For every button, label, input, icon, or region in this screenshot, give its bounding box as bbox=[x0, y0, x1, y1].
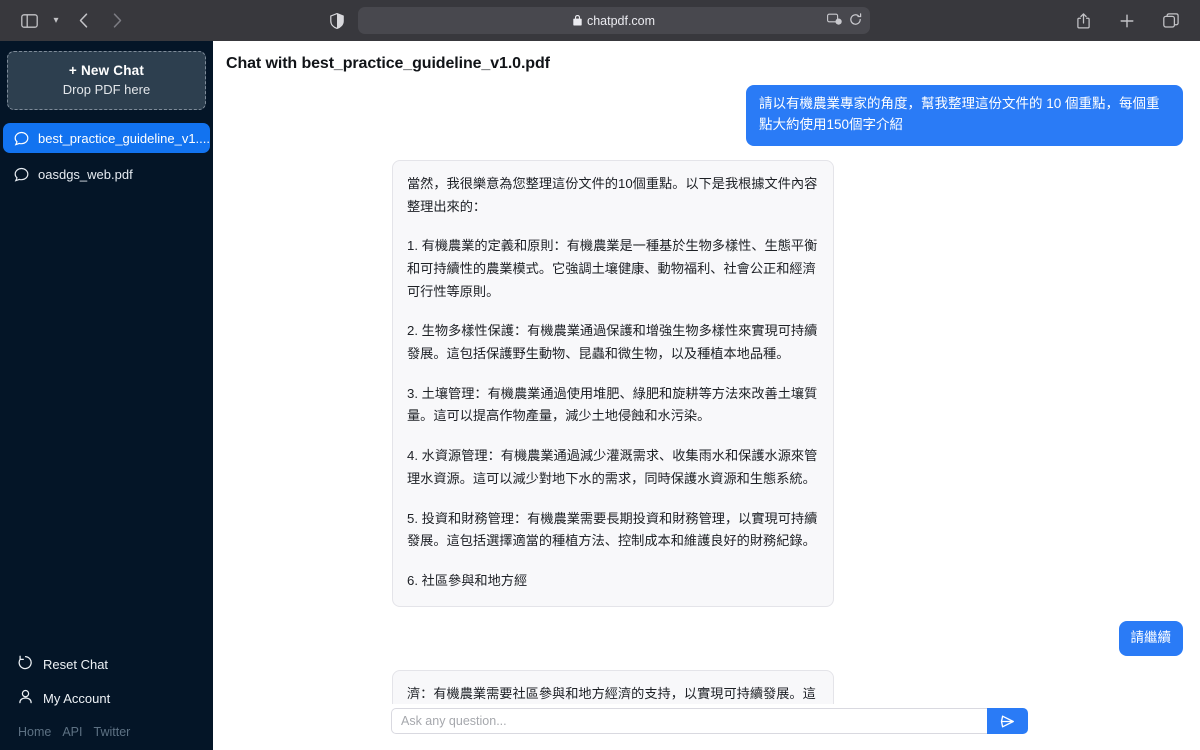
page-title: Chat with best_practice_guideline_v1.0.p… bbox=[226, 55, 550, 72]
sidebar-footer-links: Home API Twitter bbox=[0, 715, 213, 741]
sidebar: + New Chat Drop PDF here best_practice_g… bbox=[0, 41, 213, 750]
my-account-button[interactable]: My Account bbox=[0, 681, 213, 715]
share-icon[interactable] bbox=[1068, 8, 1098, 34]
assistant-paragraph: 3. 土壤管理：有機農業通過使用堆肥、綠肥和旋耕等方法來改善土壤質量。這可以提高… bbox=[407, 385, 818, 424]
user-message-bubble: 請繼續 bbox=[1118, 620, 1183, 656]
back-arrow-icon[interactable] bbox=[68, 8, 98, 34]
message-row-user: 請繼續 bbox=[213, 620, 1200, 656]
question-input[interactable] bbox=[391, 708, 987, 734]
sidebar-dropdown-icon[interactable]: ▾ bbox=[48, 15, 64, 26]
message-row-user: 請以有機農業專家的角度，幫我整理這份文件的 10 個重點，每個重點大約使用150… bbox=[213, 85, 1200, 146]
footer-link-home[interactable]: Home bbox=[18, 725, 51, 739]
chat-bubble-icon bbox=[14, 167, 29, 182]
sidebar-chat-label: best_practice_guideline_v1.... bbox=[38, 130, 210, 146]
browser-actions bbox=[1068, 8, 1186, 34]
assistant-paragraph: 濟：有機農業需要社區參與和地方經濟的支持，以實現可持續發展。這包括建立本地市場、… bbox=[407, 685, 816, 701]
url-input[interactable]: chatpdf.com bbox=[358, 7, 870, 34]
plus-icon[interactable] bbox=[1112, 8, 1142, 34]
url-text: chatpdf.com bbox=[586, 13, 656, 28]
chat-bubble-icon bbox=[14, 131, 29, 146]
reset-chat-button[interactable]: Reset Chat bbox=[0, 647, 213, 681]
forward-arrow-icon[interactable] bbox=[102, 8, 132, 34]
tab-overview-icon[interactable] bbox=[1156, 8, 1186, 34]
reset-icon bbox=[18, 655, 33, 673]
extension-puzzle-icon[interactable] bbox=[827, 13, 842, 29]
sidebar-chat-item-best-practice[interactable]: best_practice_guideline_v1.... bbox=[3, 123, 210, 153]
drop-pdf-label: Drop PDF here bbox=[62, 82, 151, 97]
user-message-bubble: 請以有機農業專家的角度，幫我整理這份文件的 10 個重點，每個重點大約使用150… bbox=[746, 85, 1183, 146]
browser-toolbar: ▾ chatpdf.com bbox=[0, 0, 1200, 41]
assistant-paragraph: 當然，我很樂意為您整理這份文件的10個重點。以下是我根據文件內容整理出來的： bbox=[407, 175, 818, 214]
reload-icon[interactable] bbox=[849, 12, 862, 29]
footer-link-twitter[interactable]: Twitter bbox=[94, 725, 131, 739]
send-button[interactable] bbox=[987, 708, 1028, 734]
footer-link-api[interactable]: API bbox=[62, 725, 82, 739]
assistant-paragraph: 6. 社區參與和地方經 bbox=[407, 572, 528, 588]
assistant-message-bubble: 濟：有機農業需要社區參與和地方經濟的支持，以實現可持續發展。這包括建立本地市場、… bbox=[392, 669, 834, 704]
privacy-shield-icon[interactable] bbox=[330, 12, 344, 29]
lock-icon bbox=[573, 15, 582, 26]
assistant-message-bubble: 當然，我很樂意為您整理這份文件的10個重點。以下是我根據文件內容整理出來的： 1… bbox=[392, 159, 834, 607]
reset-chat-label: Reset Chat bbox=[43, 656, 109, 672]
browser-nav-controls: ▾ bbox=[0, 8, 132, 34]
composer-bar bbox=[213, 704, 1200, 750]
assistant-paragraph: 2. 生物多樣性保護：有機農業通過保護和增強生物多樣性來實現可持續發展。這包括保… bbox=[407, 323, 818, 362]
assistant-paragraph: 1. 有機農業的定義和原則：有機農業是一種基於生物多樣性、生態平衡和可持續性的農… bbox=[407, 238, 818, 299]
address-bar-area: chatpdf.com bbox=[330, 7, 870, 34]
sidebar-chat-item-oasdgs[interactable]: oasdgs_web.pdf bbox=[3, 159, 210, 189]
new-chat-dropzone[interactable]: + New Chat Drop PDF here bbox=[7, 51, 206, 110]
chat-message-list[interactable]: 請以有機農業專家的角度，幫我整理這份文件的 10 個重點，每個重點大約使用150… bbox=[213, 85, 1200, 704]
main-content: Chat with best_practice_guideline_v1.0.p… bbox=[213, 41, 1200, 750]
message-row-assistant: 當然，我很樂意為您整理這份文件的10個重點。以下是我根據文件內容整理出來的： 1… bbox=[213, 159, 1200, 607]
my-account-label: My Account bbox=[43, 690, 111, 706]
sidebar-chat-label: oasdgs_web.pdf bbox=[38, 166, 133, 182]
new-chat-label: + New Chat bbox=[68, 63, 145, 78]
user-icon bbox=[18, 689, 33, 707]
sidebar-toggle-icon[interactable] bbox=[14, 8, 44, 34]
assistant-paragraph: 5. 投資和財務管理：有機農業需要長期投資和財務管理，以實現可持續發展。這包括選… bbox=[407, 510, 818, 549]
app-container: + New Chat Drop PDF here best_practice_g… bbox=[0, 41, 1200, 750]
sidebar-bottom-actions: Reset Chat My Account Home API Twitter bbox=[0, 647, 213, 750]
assistant-paragraph: 4. 水資源管理：有機農業通過減少灌溉需求、收集雨水和保護水源來管理水資源。這可… bbox=[407, 448, 818, 486]
message-row-assistant: 濟：有機農業需要社區參與和地方經濟的支持，以實現可持續發展。這包括建立本地市場、… bbox=[213, 669, 1200, 704]
url-bar-actions bbox=[827, 12, 862, 29]
